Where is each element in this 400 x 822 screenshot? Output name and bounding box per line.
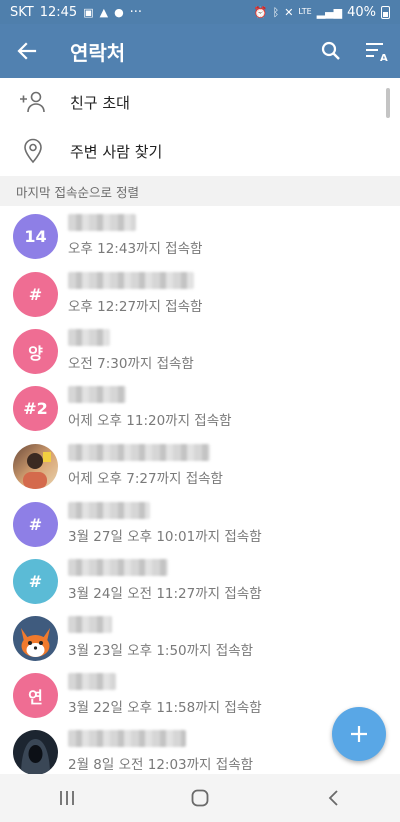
user-photo-icon — [23, 452, 51, 489]
contact-name-blurred — [68, 214, 136, 231]
invite-friends-row[interactable]: 친구 초대 — [0, 78, 400, 126]
gallery-icon: ▣ — [83, 5, 94, 19]
contact-row[interactable]: #2 어제 오후 11:20까지 접속함 — [0, 378, 400, 436]
signal-icon: ▂▄▆ — [316, 5, 343, 19]
people-nearby-label: 주변 사람 찾기 — [70, 142, 163, 161]
contact-name-blurred — [68, 730, 186, 747]
contact-name-blurred — [68, 673, 116, 690]
back-icon — [329, 790, 338, 806]
hooded-figure-icon — [21, 739, 50, 775]
last-seen-status: 오후 12:27까지 접속함 — [68, 299, 203, 315]
contact-row[interactable]: 어제 오후 7:27까지 접속함 — [0, 436, 400, 494]
last-seen-status: 어제 오후 7:27까지 접속함 — [68, 471, 223, 487]
more-notifications-indicator: ··· — [129, 4, 143, 20]
app-bar: 연락처 A — [0, 24, 400, 78]
avatar: 양 — [13, 329, 58, 374]
contact-row[interactable]: # 오후 12:27까지 접속함 — [0, 264, 400, 322]
contact-row[interactable]: # 3월 24일 오전 11:27까지 접속함 — [0, 551, 400, 609]
notification-icon: ▲ — [99, 5, 109, 19]
contact-name-blurred — [68, 616, 112, 633]
last-seen-status: 어제 오후 11:20까지 접속함 — [68, 413, 232, 429]
plus-icon — [351, 726, 367, 742]
add-person-icon — [0, 90, 66, 114]
contact-name-blurred — [68, 272, 194, 289]
carrier-label: SKT — [10, 4, 34, 20]
avatar: # — [13, 272, 58, 317]
contact-row[interactable]: # 3월 27일 오후 10:01까지 접속함 — [0, 494, 400, 552]
clock: 12:45 — [39, 4, 78, 20]
add-contact-button[interactable] — [332, 707, 386, 761]
avatar: # — [13, 559, 58, 604]
sort-section-header: 마지막 접속순으로 정렬 — [0, 176, 400, 206]
contact-row[interactable]: 14 오후 12:43까지 접속함 — [0, 206, 400, 264]
arrow-left-icon — [17, 42, 37, 60]
search-icon — [321, 41, 340, 60]
avatar: #2 — [13, 386, 58, 431]
avatar — [13, 730, 58, 775]
avatar: # — [13, 502, 58, 547]
invite-friends-label: 친구 초대 — [70, 93, 130, 112]
contact-name-blurred — [68, 329, 110, 346]
contact-name-blurred — [68, 386, 126, 403]
contact-row[interactable]: 양 오전 7:30까지 접속함 — [0, 321, 400, 379]
contact-name-blurred — [68, 559, 168, 576]
battery-label: 40% — [347, 4, 376, 20]
avatar — [13, 616, 58, 661]
recent-apps-button[interactable] — [27, 774, 107, 822]
last-seen-status: 3월 24일 오전 11:27까지 접속함 — [68, 586, 262, 602]
bluetooth-icon: ᛒ — [272, 5, 280, 19]
alarm-icon: ⏰ — [253, 5, 268, 19]
avatar: 연 — [13, 673, 58, 718]
recent-apps-icon — [59, 791, 74, 805]
avatar: 14 — [13, 214, 58, 259]
avatar — [13, 444, 58, 489]
contact-row[interactable]: 3월 23일 오후 1:50까지 접속함 — [0, 608, 400, 666]
sort-alpha-icon: A — [366, 43, 388, 62]
scrollbar-thumb[interactable] — [386, 88, 390, 118]
people-nearby-row[interactable]: 주변 사람 찾기 — [0, 127, 400, 175]
system-back-button[interactable] — [293, 774, 373, 822]
last-seen-status: 3월 27일 오후 10:01까지 접속함 — [68, 529, 262, 545]
home-icon — [191, 789, 209, 807]
system-nav-bar — [0, 774, 400, 822]
sort-button[interactable]: A — [354, 24, 400, 78]
app-notification-icon: ● — [114, 5, 124, 19]
last-seen-status: 오후 12:43까지 접속함 — [68, 241, 203, 257]
page-title: 연락처 — [70, 40, 126, 65]
network-type-label: LTE — [298, 7, 312, 16]
location-pin-icon — [0, 138, 66, 164]
last-seen-status: 3월 23일 오후 1:50까지 접속함 — [68, 643, 254, 659]
last-seen-status: 2월 8일 오전 12:03까지 접속함 — [68, 757, 254, 773]
fox-avatar-icon — [21, 628, 50, 657]
home-button[interactable] — [160, 774, 240, 822]
battery-icon — [381, 5, 390, 19]
svg-text:A: A — [380, 53, 388, 62]
last-seen-status: 오전 7:30까지 접속함 — [68, 356, 194, 372]
contact-name-blurred — [68, 502, 150, 519]
back-button[interactable] — [0, 24, 54, 78]
contact-name-blurred — [68, 444, 210, 461]
status-bar: SKT 12:45 ▣ ▲ ● ··· ⏰ ᛒ ✕ LTE ▂▄▆ 40% — [0, 0, 400, 24]
mute-icon: ✕ — [284, 5, 294, 19]
last-seen-status: 3월 22일 오후 11:58까지 접속함 — [68, 700, 262, 716]
search-button[interactable] — [308, 24, 354, 78]
